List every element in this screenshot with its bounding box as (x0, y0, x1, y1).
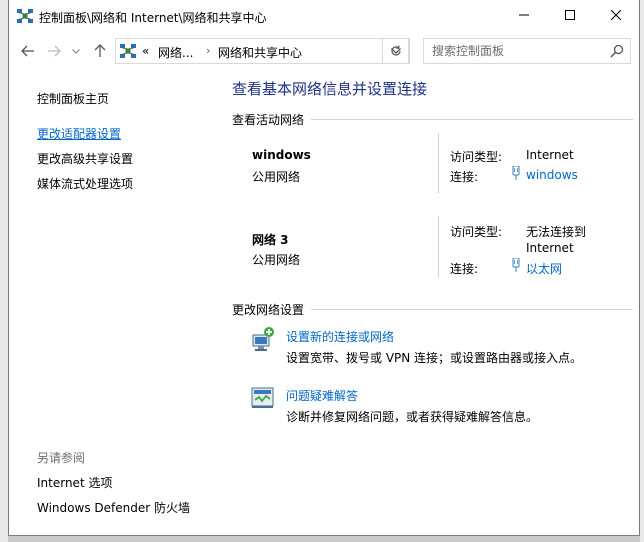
network-divider (438, 216, 439, 278)
network-center-icon (120, 44, 136, 58)
minimize-button[interactable] (501, 0, 547, 30)
forward-button[interactable] (43, 40, 65, 62)
sidebar-item-media-streaming[interactable]: 媒体流式处理选项 (37, 175, 133, 192)
sidebar-item-adapter-settings[interactable]: 更改适配器设置 (37, 125, 121, 142)
up-button[interactable] (89, 40, 111, 62)
network-center-icon (17, 9, 33, 23)
access-type-label: 访问类型: (450, 225, 503, 239)
connection-label: 连接: (450, 170, 479, 184)
history-dropdown-icon (72, 48, 80, 54)
close-icon (611, 10, 621, 20)
up-arrow-icon (94, 44, 106, 57)
connection-link-windows[interactable]: windows (526, 168, 578, 182)
network-divider (438, 133, 439, 193)
sidebar-home-link[interactable]: 控制面板主页 (37, 90, 109, 107)
address-overflow[interactable]: « (142, 44, 149, 58)
new-connection-icon[interactable] (250, 326, 276, 352)
main-content: 查看基本网络信息并设置连接 查看活动网络 windows 公用网络 访问类型: … (231, 68, 639, 535)
sidebar: 控制面板主页 更改适配器设置 更改高级共享设置 媒体流式处理选项 另请参阅 In… (9, 68, 219, 535)
sidebar-item-sharing-settings[interactable]: 更改高级共享设置 (37, 150, 133, 167)
minimize-icon (519, 14, 529, 16)
section-divider (311, 309, 633, 310)
wifi-adapter-icon (511, 165, 521, 180)
setup-connection-description: 设置宽带、拨号或 VPN 连接；或设置路由器或接入点。 (286, 351, 583, 365)
network-name: windows (252, 148, 311, 162)
ethernet-adapter-icon (511, 257, 521, 272)
access-type-label: 访问类型: (450, 150, 503, 164)
window-title: 控制面板\网络和 Internet\网络和共享中心 (39, 11, 267, 25)
refresh-button[interactable] (382, 38, 410, 64)
maximize-icon (565, 10, 575, 20)
back-arrow-icon (21, 45, 34, 57)
section-divider (311, 119, 633, 120)
sidebar-item-internet-options[interactable]: Internet 选项 (37, 474, 112, 491)
connection-label: 连接: (450, 262, 479, 276)
search-input[interactable] (432, 43, 602, 59)
connection-link-ethernet[interactable]: 以太网 (526, 260, 562, 277)
breadcrumb-chevron-icon[interactable]: › (206, 44, 210, 57)
access-type-value-line1: 无法连接到 (526, 225, 587, 239)
access-type-value-line2: Internet (526, 241, 574, 255)
active-networks-heading: 查看活动网络 (232, 113, 305, 127)
back-button[interactable] (17, 40, 39, 62)
see-also-heading: 另请参阅 (37, 451, 86, 465)
access-type-value: Internet (526, 148, 574, 162)
sidebar-item-firewall[interactable]: Windows Defender 防火墙 (37, 499, 190, 516)
network-name: 网络 3 (252, 233, 289, 247)
forward-arrow-icon (48, 45, 61, 57)
breadcrumb-sharing-center[interactable]: 网络和共享中心 (218, 44, 302, 61)
address-bar[interactable]: « 网络... › 网络和共享中心 (115, 38, 409, 64)
background-right (640, 0, 644, 542)
network-category[interactable]: 公用网络 (252, 251, 300, 268)
change-settings-heading: 更改网络设置 (232, 303, 305, 317)
network-sharing-center-window: 控制面板\网络和 Internet\网络和共享中心 « 网络... › 网络和共… (8, 0, 640, 536)
navigation-bar: « 网络... › 网络和共享中心 (9, 34, 639, 68)
title-bar[interactable]: 控制面板\网络和 Internet\网络和共享中心 (9, 0, 639, 32)
page-title: 查看基本网络信息并设置连接 (232, 80, 428, 98)
troubleshoot-link[interactable]: 问题疑难解答 (286, 387, 358, 404)
search-box[interactable] (423, 38, 631, 64)
troubleshoot-icon[interactable] (250, 385, 276, 411)
refresh-icon (391, 45, 401, 56)
breadcrumb-network[interactable]: 网络... (158, 44, 193, 61)
background-left (0, 0, 8, 542)
maximize-button[interactable] (547, 0, 593, 30)
network-category[interactable]: 公用网络 (252, 168, 300, 185)
search-icon[interactable] (610, 44, 624, 58)
recent-locations-button[interactable] (69, 40, 83, 62)
setup-connection-link[interactable]: 设置新的连接或网络 (286, 328, 394, 345)
close-button[interactable] (593, 0, 639, 30)
troubleshoot-description: 诊断并修复网络问题，或者获得疑难解答信息。 (286, 410, 539, 424)
